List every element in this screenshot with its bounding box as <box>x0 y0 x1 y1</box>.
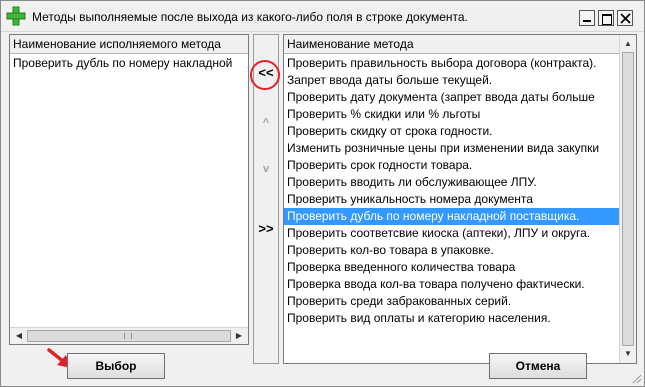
list-item[interactable]: Проверка введенного количества товара <box>284 259 620 276</box>
scroll-down-icon[interactable]: ▼ <box>620 346 636 362</box>
list-item[interactable]: Проверить соответсвие киоска (аптеки), Л… <box>284 225 620 242</box>
window-title: Методы выполняемые после выхода из каког… <box>32 10 468 24</box>
available-methods-list[interactable]: Наименование метода Проверить правильнос… <box>283 34 637 364</box>
close-icon <box>620 13 631 24</box>
available-methods-header[interactable]: Наименование метода <box>284 35 620 54</box>
green-cross-icon <box>6 6 26 26</box>
list-item[interactable]: Проверить срок годности товара. <box>284 157 620 174</box>
list-item[interactable]: Проверить уникальность номера документа <box>284 191 620 208</box>
remove-method-button[interactable]: >> <box>254 221 278 236</box>
dialog-window: Методы выполняемые после выхода из каког… <box>0 0 645 387</box>
list-item[interactable]: Проверить дубль по номеру накладной пост… <box>284 208 620 225</box>
scroll-up-icon[interactable]: ▲ <box>620 36 636 52</box>
scroll-thumb[interactable] <box>622 52 634 346</box>
list-item[interactable]: Запрет ввода даты больше текущей. <box>284 72 620 89</box>
highlight-circle-annotation <box>250 60 280 90</box>
available-methods-rows: Проверить правильность выбора договора (… <box>284 55 620 327</box>
list-item[interactable]: Проверить вид оплаты и категорию населен… <box>284 310 620 327</box>
list-item[interactable]: Изменить розничные цены при изменении ви… <box>284 140 620 157</box>
list-item[interactable]: Проверить кол-во товара в упаковке. <box>284 242 620 259</box>
executed-methods-header[interactable]: Наименование исполняемого метода <box>10 35 248 54</box>
list-item[interactable]: Проверить дату документа (запрет ввода д… <box>284 89 620 106</box>
executed-methods-list[interactable]: Наименование исполняемого метода Провери… <box>9 34 249 345</box>
list-item[interactable]: Проверить вводить ли обслуживающее ЛПУ. <box>284 174 620 191</box>
title-bar[interactable]: Методы выполняемые после выхода из каког… <box>1 1 644 32</box>
select-button[interactable]: Выбор <box>67 353 165 379</box>
maximize-button[interactable] <box>598 10 614 26</box>
horizontal-scrollbar[interactable]: ◀ ▶ <box>10 327 248 344</box>
scroll-thumb[interactable] <box>27 330 231 342</box>
list-item[interactable]: Проверить дубль по номеру накладной <box>10 55 248 72</box>
resize-grip-icon[interactable] <box>630 372 642 384</box>
scroll-left-icon[interactable]: ◀ <box>11 328 27 344</box>
list-item[interactable]: Проверить скидку от срока годности. <box>284 123 620 140</box>
list-item[interactable]: Проверить правильность выбора договора (… <box>284 55 620 72</box>
cancel-button[interactable]: Отмена <box>489 353 587 379</box>
move-up-button[interactable]: ^ <box>254 117 278 129</box>
list-item[interactable]: Проверить среди забракованных серий. <box>284 293 620 310</box>
move-down-button[interactable]: v <box>254 163 278 175</box>
scroll-right-icon[interactable]: ▶ <box>231 328 247 344</box>
executed-methods-rows: Проверить дубль по номеру накладной <box>10 55 248 72</box>
minimize-button[interactable] <box>579 10 595 26</box>
vertical-scrollbar[interactable]: ▲ ▼ <box>619 35 636 363</box>
list-item[interactable]: Проверка ввода кол-ва товара получено фа… <box>284 276 620 293</box>
close-button[interactable] <box>617 10 633 26</box>
list-item[interactable]: Проверить % скидки или % льготы <box>284 106 620 123</box>
